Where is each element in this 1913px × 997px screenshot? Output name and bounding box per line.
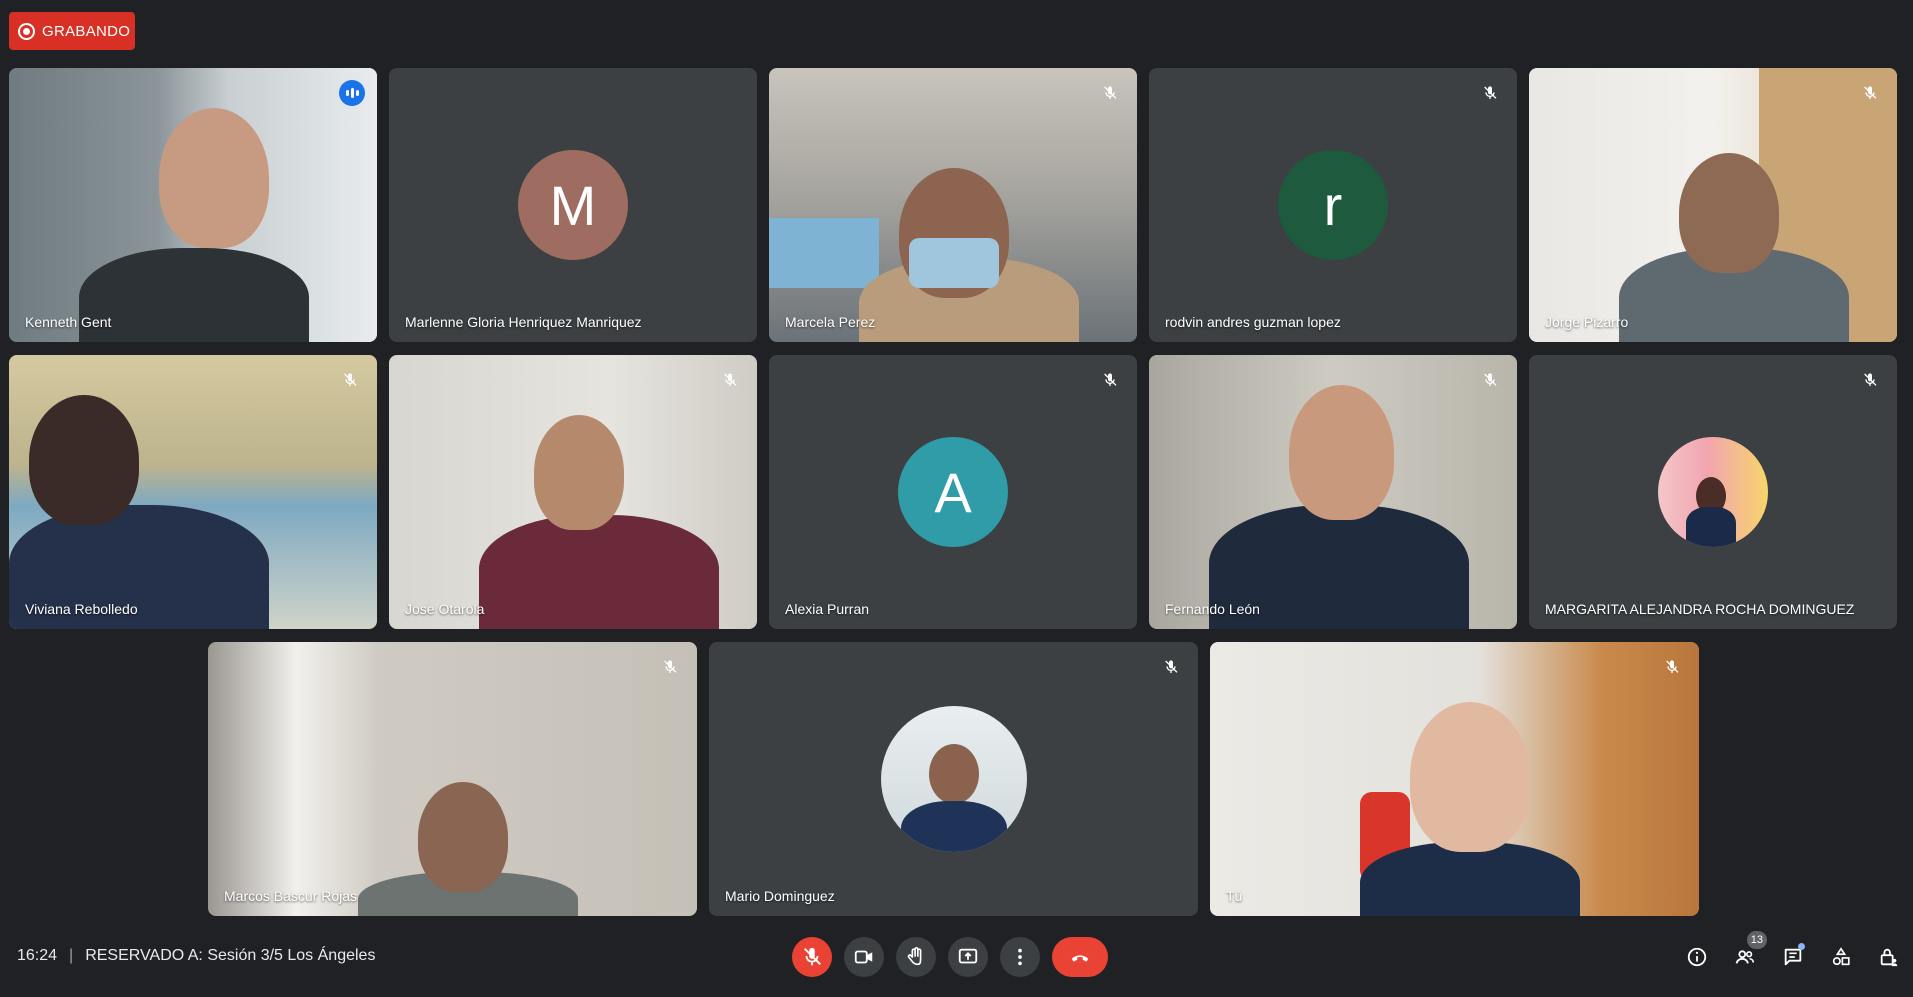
meeting-title: RESERVADO A: Sesión 3/5 Los Ángeles xyxy=(85,947,376,964)
participant-avatar: r xyxy=(1278,150,1388,260)
participant-name: Marlenne Gloria Henriquez Manriquez xyxy=(405,314,642,330)
mic-off-icon xyxy=(717,367,743,393)
mic-off-icon xyxy=(1857,80,1883,106)
speaking-indicator-icon xyxy=(339,80,365,106)
participant-name: rodvin andres guzman lopez xyxy=(1165,314,1341,330)
participant-tile[interactable]: MARGARITA ALEJANDRA ROCHA DOMINGUEZ xyxy=(1529,355,1897,629)
participant-tile[interactable]: Marcos Bascur Rojas xyxy=(208,642,697,916)
camera-toggle-button[interactable] xyxy=(844,937,884,977)
clock: 16:24 xyxy=(17,947,58,964)
chat-button[interactable] xyxy=(1769,937,1817,977)
mic-off-icon xyxy=(657,654,683,680)
participant-avatar: A xyxy=(898,437,1008,547)
mic-off-icon xyxy=(337,367,363,393)
call-controls xyxy=(792,937,1108,977)
mic-off-icon xyxy=(1659,654,1685,680)
record-icon xyxy=(18,22,35,40)
participant-tile[interactable]: A Alexia Purran xyxy=(769,355,1137,629)
video-feed xyxy=(1149,355,1517,629)
mic-off-icon xyxy=(1857,367,1883,393)
present-screen-button[interactable] xyxy=(948,937,988,977)
participant-avatar xyxy=(880,706,1027,852)
mic-off-icon xyxy=(1158,654,1184,680)
participant-tile[interactable]: Tú xyxy=(1210,642,1699,916)
activities-button[interactable] xyxy=(1817,937,1865,977)
video-feed xyxy=(769,68,1137,342)
people-button[interactable]: 13 xyxy=(1721,931,1769,977)
participant-name: Viviana Rebolledo xyxy=(25,601,138,617)
people-count-badge: 13 xyxy=(1746,931,1767,949)
meeting-details-button[interactable] xyxy=(1673,937,1721,977)
meeting-info: 16:24 | RESERVADO A: Sesión 3/5 Los Ánge… xyxy=(17,947,375,965)
participant-tile[interactable]: Mario Dominguez xyxy=(709,642,1198,916)
participant-name: MARGARITA ALEJANDRA ROCHA DOMINGUEZ xyxy=(1545,601,1855,617)
mic-off-icon xyxy=(1477,367,1503,393)
participant-tile[interactable]: Fernando León xyxy=(1149,355,1517,629)
participant-name: Tú xyxy=(1226,888,1243,904)
participant-name: Marcela Perez xyxy=(785,314,876,330)
participant-tile[interactable]: Jose Otarola xyxy=(389,355,757,629)
video-feed xyxy=(1210,642,1699,916)
participant-tile[interactable]: M Marlenne Gloria Henriquez Manriquez xyxy=(389,68,757,342)
recording-label: GRABANDO xyxy=(42,22,131,40)
participant-tile[interactable]: Kenneth Gent xyxy=(9,68,377,342)
present-icon xyxy=(958,948,978,964)
camera-icon xyxy=(854,950,873,964)
video-feed xyxy=(9,355,377,629)
hang-up-icon xyxy=(1071,955,1089,962)
separator: | xyxy=(69,947,74,964)
bottom-bar: 16:24 | RESERVADO A: Sesión 3/5 Los Ánge… xyxy=(0,920,1913,997)
video-feed xyxy=(208,642,697,916)
participant-avatar xyxy=(1658,437,1768,547)
mic-off-icon xyxy=(1097,367,1123,393)
participant-name: Marcos Bascur Rojas xyxy=(224,888,358,904)
people-icon xyxy=(1735,950,1755,964)
participant-avatar: M xyxy=(518,150,628,260)
mic-off-icon xyxy=(804,947,821,966)
participant-tile[interactable]: Marcela Perez xyxy=(769,68,1137,342)
participant-name: Mario Dominguez xyxy=(725,888,835,904)
side-panel-controls: 13 xyxy=(1673,931,1913,977)
mic-off-icon xyxy=(1097,80,1123,106)
shapes-icon xyxy=(1832,947,1850,966)
recording-badge[interactable]: GRABANDO xyxy=(9,12,135,50)
raise-hand-button[interactable] xyxy=(896,937,936,977)
participant-tile[interactable]: r rodvin andres guzman lopez xyxy=(1149,68,1517,342)
participant-tile[interactable]: Jorge Pizarro xyxy=(1529,68,1897,342)
hand-icon xyxy=(907,947,922,966)
participant-tile[interactable]: Viviana Rebolledo xyxy=(9,355,377,629)
video-feed xyxy=(1529,68,1897,342)
host-controls-button[interactable] xyxy=(1865,937,1913,977)
mic-toggle-button[interactable] xyxy=(792,937,832,977)
leave-call-button[interactable] xyxy=(1052,937,1108,977)
more-options-button[interactable] xyxy=(1000,937,1040,977)
video-feed xyxy=(9,68,377,342)
mic-off-icon xyxy=(1477,80,1503,106)
info-icon xyxy=(1687,947,1707,967)
chat-notification-dot xyxy=(1798,943,1805,950)
participant-name: Kenneth Gent xyxy=(25,314,112,330)
video-feed xyxy=(389,355,757,629)
more-vert-icon xyxy=(1018,948,1022,966)
lock-person-icon xyxy=(1880,948,1898,967)
participant-name: Jorge Pizarro xyxy=(1545,314,1629,330)
participant-name: Fernando León xyxy=(1165,601,1260,617)
participant-name: Alexia Purran xyxy=(785,601,870,617)
meet-window: GRABANDO Kenneth Gent M Marlenne Gloria … xyxy=(0,0,1913,997)
participant-name: Jose Otarola xyxy=(405,601,485,617)
